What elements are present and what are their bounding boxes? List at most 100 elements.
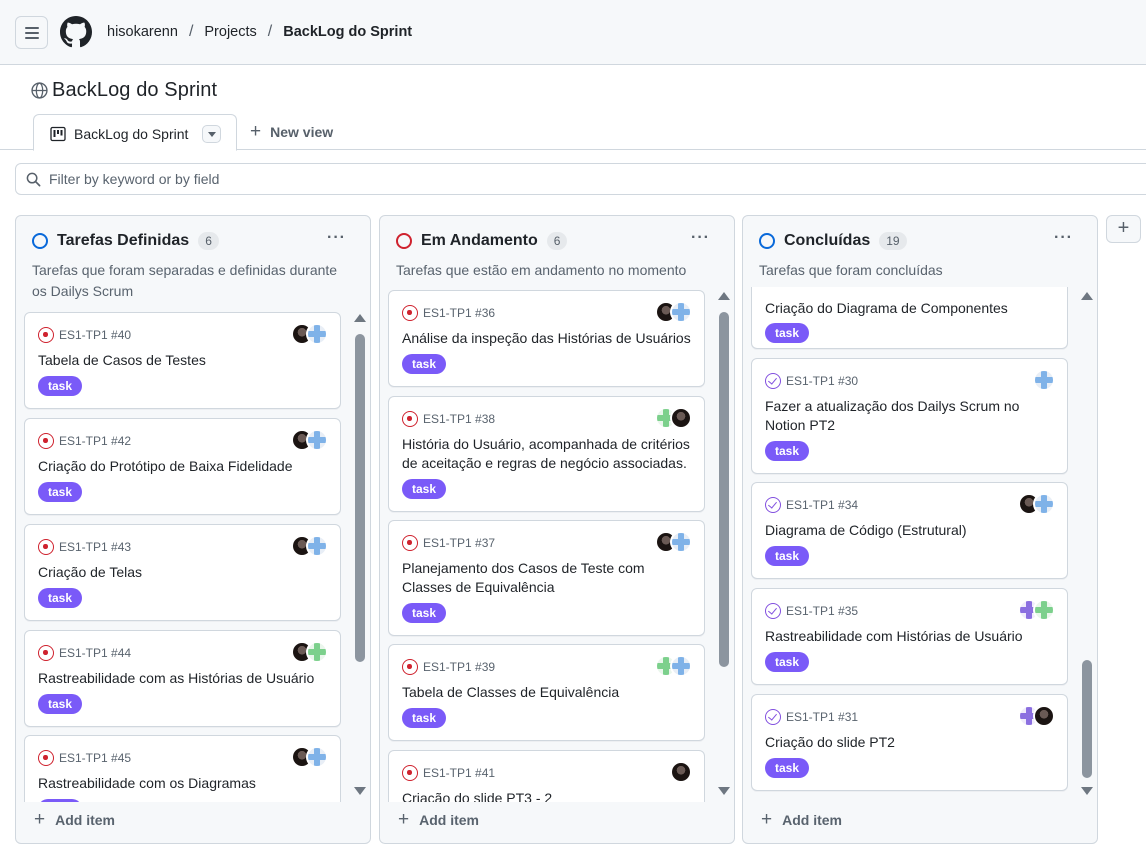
card-title[interactable]: Criação do slide PT3 - 2 xyxy=(402,789,697,802)
github-logo-icon[interactable] xyxy=(60,16,92,48)
issue-closed-icon xyxy=(765,497,781,513)
scroll-up-icon[interactable] xyxy=(1081,292,1093,300)
task-label[interactable]: task xyxy=(402,708,447,728)
filter-input[interactable] xyxy=(49,169,549,189)
card-title[interactable]: Tabela de Classes de Equivalência xyxy=(402,683,697,702)
avatar[interactable] xyxy=(306,746,328,768)
card-title[interactable]: Rastreabilidade com as Histórias de Usuá… xyxy=(38,669,333,688)
board-icon xyxy=(50,126,66,142)
card-item[interactable]: ES1-TP1 #37 Planejamento dos Casos de Te… xyxy=(388,520,705,636)
card-title[interactable]: História do Usuário, acompanhada de crit… xyxy=(402,435,697,473)
card-title[interactable]: Diagrama de Código (Estrutural) xyxy=(765,521,1060,540)
breadcrumb-owner-link[interactable]: hisokarenn xyxy=(107,24,178,40)
hamburger-menu-button[interactable] xyxy=(15,16,48,49)
card-item[interactable]: ES1-TP1 #44 Rastreabilidade com as Histó… xyxy=(24,630,341,727)
issue-number: ES1-TP1 #39 xyxy=(423,660,496,674)
view-options-dropdown[interactable] xyxy=(202,125,221,143)
column-more-options-icon[interactable]: ··· xyxy=(691,229,710,247)
task-label[interactable]: task xyxy=(765,758,810,778)
task-label[interactable]: task xyxy=(38,799,83,802)
search-icon xyxy=(26,172,41,187)
avatar[interactable] xyxy=(670,761,692,783)
card-item[interactable]: Criação do Diagrama de Componentes task xyxy=(751,287,1068,349)
scroll-thumb[interactable] xyxy=(355,334,365,662)
card-title[interactable]: Criação do Protótipo de Baixa Fidelidade xyxy=(38,457,333,476)
task-label[interactable]: task xyxy=(765,652,810,672)
issue-reference: ES1-TP1 #42 xyxy=(38,433,131,449)
scroll-thumb[interactable] xyxy=(1082,660,1092,778)
task-label[interactable]: task xyxy=(402,603,447,623)
scroll-down-icon[interactable] xyxy=(354,787,366,795)
status-circle-icon xyxy=(759,233,775,249)
card-item[interactable]: ES1-TP1 #41 Criação do slide PT3 - 2 tas… xyxy=(388,750,705,802)
column-more-options-icon[interactable]: ··· xyxy=(327,229,346,247)
add-column-button[interactable]: + xyxy=(1106,215,1141,243)
card-title[interactable]: Planejamento dos Casos de Teste com Clas… xyxy=(402,559,697,597)
avatar[interactable] xyxy=(306,535,328,557)
card-title[interactable]: Criação do slide PT2 xyxy=(765,733,1060,752)
card-title[interactable]: Criação do Diagrama de Componentes xyxy=(765,299,1060,318)
card-title[interactable]: Tabela de Casos de Testes xyxy=(38,351,333,370)
card-item[interactable]: ES1-TP1 #38 História do Usuário, acompan… xyxy=(388,396,705,512)
card-item[interactable]: ES1-TP1 #43 Criação de Telas task xyxy=(24,524,341,621)
scroll-up-icon[interactable] xyxy=(354,314,366,322)
task-label[interactable]: task xyxy=(38,376,83,396)
card-item[interactable]: ES1-TP1 #40 Tabela de Casos de Testes ta… xyxy=(24,312,341,409)
card-title[interactable]: Análise da inspeção das Histórias de Usu… xyxy=(402,329,697,348)
card-item[interactable]: ES1-TP1 #31 Criação do slide PT2 task xyxy=(751,694,1068,791)
card-title[interactable]: Criação de Telas xyxy=(38,563,333,582)
add-item-button[interactable]: + Add item xyxy=(761,809,842,830)
scrollbar[interactable] xyxy=(1081,292,1093,798)
scroll-up-icon[interactable] xyxy=(718,292,730,300)
assignee-avatars xyxy=(1018,705,1055,727)
card-title[interactable]: Rastreabilidade com Histórias de Usuário xyxy=(765,627,1060,646)
task-label[interactable]: task xyxy=(38,694,83,714)
avatar[interactable] xyxy=(306,323,328,345)
task-label[interactable]: task xyxy=(402,354,447,374)
avatar[interactable] xyxy=(670,655,692,677)
avatar[interactable] xyxy=(1033,705,1055,727)
tab-backlog-view[interactable]: BackLog do Sprint xyxy=(33,114,237,151)
card-item[interactable]: ES1-TP1 #45 Rastreabilidade com os Diagr… xyxy=(24,735,341,802)
card-item[interactable]: ES1-TP1 #35 Rastreabilidade com História… xyxy=(751,588,1068,685)
card-item[interactable]: ES1-TP1 #42 Criação do Protótipo de Baix… xyxy=(24,418,341,515)
assignee-avatars xyxy=(291,535,328,557)
plus-icon: + xyxy=(761,809,773,830)
breadcrumb-projects-link[interactable]: Projects xyxy=(204,24,256,40)
breadcrumb-current-project[interactable]: BackLog do Sprint xyxy=(283,24,412,40)
scrollbar[interactable] xyxy=(354,314,366,798)
breadcrumb: hisokarenn / Projects / BackLog do Sprin… xyxy=(107,23,412,41)
task-label[interactable]: task xyxy=(765,323,810,343)
scroll-down-icon[interactable] xyxy=(718,787,730,795)
task-label[interactable]: task xyxy=(38,482,83,502)
avatar[interactable] xyxy=(306,429,328,451)
scroll-thumb[interactable] xyxy=(719,312,729,667)
card-title[interactable]: Rastreabilidade com os Diagramas xyxy=(38,774,333,793)
task-label[interactable]: task xyxy=(38,588,83,608)
task-label[interactable]: task xyxy=(402,479,447,499)
column-more-options-icon[interactable]: ··· xyxy=(1054,229,1073,247)
avatar[interactable] xyxy=(306,641,328,663)
scroll-down-icon[interactable] xyxy=(1081,787,1093,795)
card-item[interactable]: ES1-TP1 #36 Análise da inspeção das Hist… xyxy=(388,290,705,387)
avatar[interactable] xyxy=(670,407,692,429)
avatar[interactable] xyxy=(1033,369,1055,391)
task-label[interactable]: task xyxy=(765,441,810,461)
card-item[interactable]: ES1-TP1 #34 Diagrama de Código (Estrutur… xyxy=(751,482,1068,579)
avatar[interactable] xyxy=(670,531,692,553)
task-label[interactable]: task xyxy=(765,546,810,566)
card-item[interactable]: ES1-TP1 #39 Tabela de Classes de Equival… xyxy=(388,644,705,741)
issue-open-icon xyxy=(38,327,54,343)
card-list: ES1-TP1 #40 Tabela de Casos de Testes ta… xyxy=(16,312,370,802)
column-description: Tarefas que foram separadas e definidas … xyxy=(32,262,338,299)
scrollbar[interactable] xyxy=(718,292,730,798)
add-item-button[interactable]: + Add item xyxy=(398,810,479,829)
add-item-button[interactable]: + Add item xyxy=(34,810,115,829)
avatar[interactable] xyxy=(1033,493,1055,515)
new-view-button[interactable]: + New view xyxy=(250,122,333,141)
card-title[interactable]: Fazer a atualização dos Dailys Scrum no … xyxy=(765,397,1060,435)
card-item[interactable]: ES1-TP1 #30 Fazer a atualização dos Dail… xyxy=(751,358,1068,474)
avatar[interactable] xyxy=(670,301,692,323)
page-title: BackLog do Sprint xyxy=(31,79,217,102)
avatar[interactable] xyxy=(1033,599,1055,621)
